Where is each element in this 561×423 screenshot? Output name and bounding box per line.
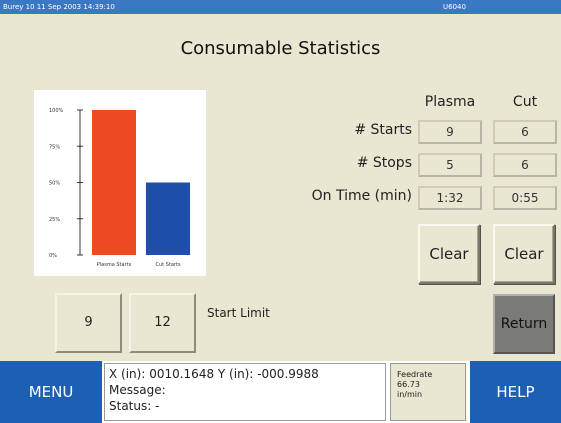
chart-bar-cut-starts [146, 182, 190, 255]
coordinates-readout: X (in): 0010.1648 Y (in): -000.9988 [109, 367, 319, 381]
column-header-plasma: Plasma [424, 94, 476, 110]
start-limit-label: Start Limit [207, 306, 270, 320]
title-bar: Burey 10 11 Sep 2003 14:39:10 U6040 [0, 0, 561, 14]
feedrate-unit: in/min [397, 390, 423, 399]
chart-svg: 0% 25% 50% 75% 100% Plasma Starts Cut Starts [49, 108, 190, 268]
chart-y-tick-label: 75% [49, 144, 60, 150]
feedrate-panel: Feedrate 66.73 in/min [390, 363, 466, 421]
bottom-bar: MENU X (in): 0010.1648 Y (in): -000.9988… [0, 361, 561, 423]
status-panel: X (in): 0010.1648 Y (in): -000.9988 Mess… [104, 363, 386, 421]
chart-category-label: Plasma Starts [97, 262, 132, 268]
plasma-starts-value: 9 [418, 120, 482, 144]
main-panel: Consumable Statistics 0% 25% 50% 75% 100% Pla… [0, 14, 561, 361]
row-label-on-time: On Time (min) [311, 188, 412, 204]
row-label-starts: # Starts [354, 122, 412, 138]
chart-bar-plasma-starts [92, 110, 136, 255]
menu-button[interactable]: MENU [0, 361, 102, 423]
titlebar-info: Burey 10 11 Sep 2003 14:39:10 [3, 3, 115, 11]
cut-start-limit-field[interactable]: 12 [129, 293, 196, 353]
clear-plasma-button[interactable]: Clear [418, 224, 480, 284]
chart-y-tick-label: 25% [49, 217, 60, 223]
page-title: Consumable Statistics [180, 38, 381, 59]
cut-starts-value: 6 [493, 120, 557, 144]
row-label-stops: # Stops [356, 155, 412, 171]
cut-on-time-value: 0:55 [493, 186, 557, 210]
chart-y-tick-label: 100% [49, 108, 64, 114]
consumable-bar-chart: 0% 25% 50% 75% 100% Plasma Starts Cut Starts [34, 90, 206, 276]
titlebar-device: U6040 [443, 3, 466, 11]
plasma-stops-value: 5 [418, 153, 482, 177]
plasma-start-limit-field[interactable]: 9 [55, 293, 122, 353]
message-line: Message: [109, 383, 166, 397]
chart-y-tick-label: 0% [49, 253, 57, 259]
column-header-cut: Cut [512, 94, 538, 110]
plasma-on-time-value: 1:32 [418, 186, 482, 210]
help-button[interactable]: HELP [470, 361, 561, 423]
chart-y-tick-label: 50% [49, 181, 60, 187]
chart-category-label: Cut Starts [155, 262, 180, 268]
status-line: Status: - [109, 399, 160, 413]
cut-stops-value: 6 [493, 153, 557, 177]
feedrate-value: 66.73 [397, 380, 420, 389]
return-button[interactable]: Return [493, 294, 555, 354]
feedrate-label: Feedrate [397, 370, 433, 379]
clear-cut-button[interactable]: Clear [493, 224, 555, 284]
